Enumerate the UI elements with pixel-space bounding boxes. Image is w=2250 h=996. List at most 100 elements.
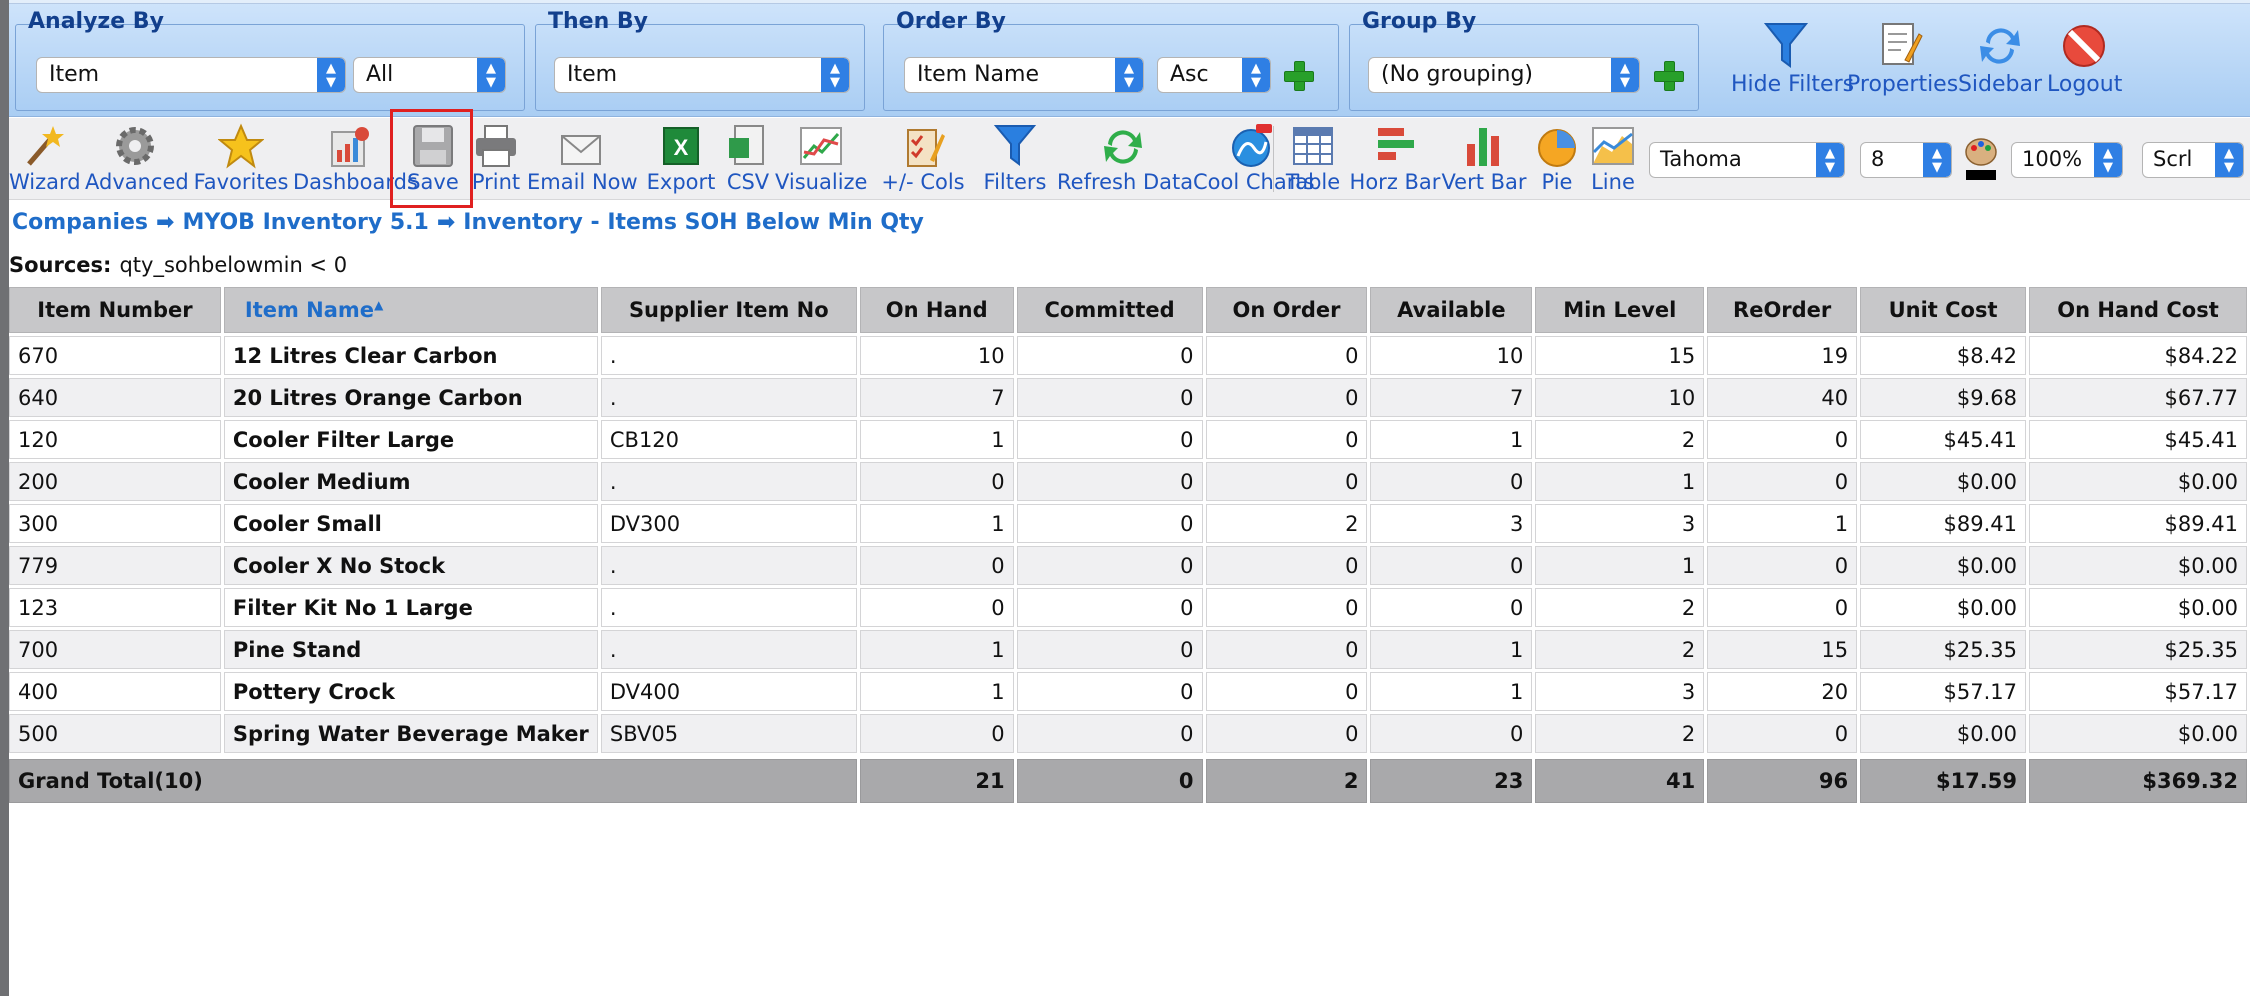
column-header-on-hand-cost[interactable]: On Hand Cost: [2029, 287, 2247, 333]
filter-bar: Analyze By Item ▲ ▼ All ▲ ▼ Then By Item ▲…: [9, 0, 2250, 117]
table-row[interactable]: 200 Cooler Medium. 0 0 0 0 1 0 $0.00 $0.00: [9, 462, 2247, 501]
advanced-button[interactable]: Advanced: [85, 122, 189, 198]
favorites-button[interactable]: Favorites: [191, 122, 291, 198]
font-size-select[interactable]: 8 ▲ ▼: [1860, 142, 1952, 178]
column-header-on-order[interactable]: On Order: [1205, 287, 1368, 333]
visualize-button[interactable]: Visualize: [775, 122, 867, 198]
export-button[interactable]: X Export: [645, 122, 717, 198]
breadcrumb-report-title[interactable]: Inventory - Items SOH Below Min Qty: [463, 210, 924, 235]
table-row[interactable]: 640 20 Litres Orange Carbon. 7 0 0 7 10 40 $9.68…: [9, 378, 2247, 417]
csv-button[interactable]: CSV: [723, 122, 773, 198]
group-by-select[interactable]: (No grouping) ▲ ▼: [1368, 57, 1640, 93]
table-cell: $25.35: [1860, 630, 2026, 669]
column-header-available[interactable]: Available: [1370, 287, 1533, 333]
table-cell: 0: [1370, 714, 1533, 753]
table-row[interactable]: 700 Pine Stand. 1 0 0 1 2 15 $25.35 $25.35: [9, 630, 2247, 669]
star-icon: [218, 123, 264, 169]
column-header-unit-cost[interactable]: Unit Cost: [1860, 287, 2026, 333]
refresh-icon: [1104, 130, 1142, 164]
table-cell: 500: [9, 714, 221, 753]
table-cell: 1: [859, 672, 1014, 711]
pie-chart-button[interactable]: Pie: [1531, 122, 1583, 198]
grand-total-cell: 2: [1205, 759, 1368, 803]
table-cell: 0: [1016, 336, 1203, 375]
table-cell: 12 Litres Clear Carbon: [223, 336, 598, 375]
dashboard-icon: [331, 127, 369, 167]
vertical-bar-chart-icon: [1467, 128, 1499, 166]
logout-button[interactable]: Logout: [2047, 20, 2122, 100]
table-cell: 10: [859, 336, 1014, 375]
dashboards-button[interactable]: Dashboards: [293, 122, 418, 198]
breadcrumb: Companies ➡ MYOB Inventory 5.1 ➡ Inventory -…: [12, 210, 924, 235]
add-remove-columns-button[interactable]: +/- Cols: [861, 122, 985, 198]
column-header-reorder[interactable]: ReOrder: [1707, 287, 1858, 333]
print-button[interactable]: Print: [471, 122, 521, 198]
order-direction-select[interactable]: Asc ▲ ▼: [1157, 57, 1271, 93]
table-cell: 0: [1205, 714, 1368, 753]
table-row[interactable]: 300 Cooler Small DV300 1 0 2 3 3 1 $89.41 $89.41: [9, 504, 2247, 543]
table-cell: 0: [1205, 588, 1368, 627]
table-cell: CB120: [600, 420, 857, 459]
grand-total-label: Grand Total(10): [9, 759, 857, 803]
analyze-by-filter-select[interactable]: All ▲ ▼: [353, 57, 506, 93]
line-chart-button[interactable]: Line: [1585, 122, 1641, 198]
email-now-button[interactable]: Email Now: [527, 122, 638, 198]
table-cell: 300: [9, 504, 221, 543]
column-header-item-name[interactable]: Item Name▲: [223, 287, 598, 333]
scroll-mode-select[interactable]: Scrl ▲ ▼: [2142, 142, 2244, 178]
chevron-updown-icon: ▲ ▼: [477, 58, 505, 92]
report-table: Item Number Item Name▲ Supplier Item No …: [6, 284, 2250, 806]
add-group-icon[interactable]: [1652, 59, 1684, 91]
zoom-select[interactable]: 100% ▲ ▼: [2011, 142, 2123, 178]
analyze-by-select[interactable]: Item ▲ ▼: [36, 57, 346, 93]
breadcrumb-company-link[interactable]: MYOB Inventory 5.1: [182, 210, 428, 235]
table-row[interactable]: 670 12 Litres Clear Carbon. 10 0 0 10 15 19 $8.4…: [9, 336, 2247, 375]
vertical-bar-button[interactable]: Vert Bar: [1439, 122, 1529, 198]
table-cell: 120: [9, 420, 221, 459]
report-app: Analyze By Item ▲ ▼ All ▲ ▼ Then By Item ▲…: [9, 0, 2250, 996]
sidebar-button[interactable]: Sidebar: [1957, 20, 2043, 100]
table-row[interactable]: 779 Cooler X No Stock. 0 0 0 0 1 0 $0.00 $0.00: [9, 546, 2247, 585]
table-row[interactable]: 400 Pottery Crock DV400 1 0 0 1 3 20 $57.17 $57.17: [9, 672, 2247, 711]
table-cell: $8.42: [1860, 336, 2026, 375]
table-cell: DV400: [600, 672, 857, 711]
then-by-label: Then By: [548, 9, 649, 34]
envelope-icon: [561, 135, 601, 165]
filters-button[interactable]: Filters: [979, 122, 1051, 198]
column-header-min-level[interactable]: Min Level: [1535, 287, 1705, 333]
table-row[interactable]: 123 Filter Kit No 1 Large. 0 0 0 0 2 0 $0.00 $0.0…: [9, 588, 2247, 627]
column-header-item-number[interactable]: Item Number: [9, 287, 221, 333]
refresh-data-button[interactable]: Refresh Data: [1057, 122, 1193, 198]
magic-wand-icon: [27, 126, 64, 166]
hide-filters-button[interactable]: Hide Filters: [1731, 20, 1854, 100]
table-cell: 19: [1707, 336, 1858, 375]
table-cell: $0.00: [2029, 462, 2247, 501]
breadcrumb-companies-link[interactable]: Companies: [12, 210, 148, 235]
column-header-committed[interactable]: Committed: [1016, 287, 1203, 333]
chevron-updown-icon: ▲ ▼: [1923, 143, 1951, 177]
order-by-select[interactable]: Item Name ▲ ▼: [904, 57, 1144, 93]
horizontal-bar-button[interactable]: Horz Bar: [1349, 122, 1441, 198]
breadcrumb-arrow-icon: ➡: [156, 210, 175, 235]
table-cell: 0: [1707, 588, 1858, 627]
table-cell: 0: [1205, 546, 1368, 585]
table-header-row: Item Number Item Name▲ Supplier Item No …: [9, 287, 2247, 333]
column-header-supplier-item-no[interactable]: Supplier Item No: [600, 287, 857, 333]
table-cell: 2: [1205, 504, 1368, 543]
color-palette-icon[interactable]: [1964, 136, 1998, 182]
table-cell: 1: [1707, 504, 1858, 543]
table-view-button[interactable]: Table: [1279, 122, 1347, 198]
properties-button[interactable]: Properties: [1847, 20, 1958, 100]
properties-icon: [1882, 23, 1923, 65]
column-header-on-hand[interactable]: On Hand: [859, 287, 1014, 333]
then-by-group: Then By Item ▲ ▼: [535, 9, 865, 111]
table-cell: 15: [1707, 630, 1858, 669]
table-row[interactable]: 120 Cooler Filter Large CB120 1 0 0 1 2 0 $45.41 $…: [9, 420, 2247, 459]
then-by-select[interactable]: Item ▲ ▼: [554, 57, 850, 93]
table-row[interactable]: 500 Spring Water Beverage Maker SBV05 0 0 0 0 2…: [9, 714, 2247, 753]
table-cell: Pine Stand: [223, 630, 598, 669]
font-select[interactable]: Tahoma ▲ ▼: [1649, 142, 1845, 178]
wizard-button[interactable]: Wizard: [9, 122, 81, 198]
table-cell: $0.00: [1860, 714, 2026, 753]
add-order-icon[interactable]: [1282, 59, 1314, 91]
